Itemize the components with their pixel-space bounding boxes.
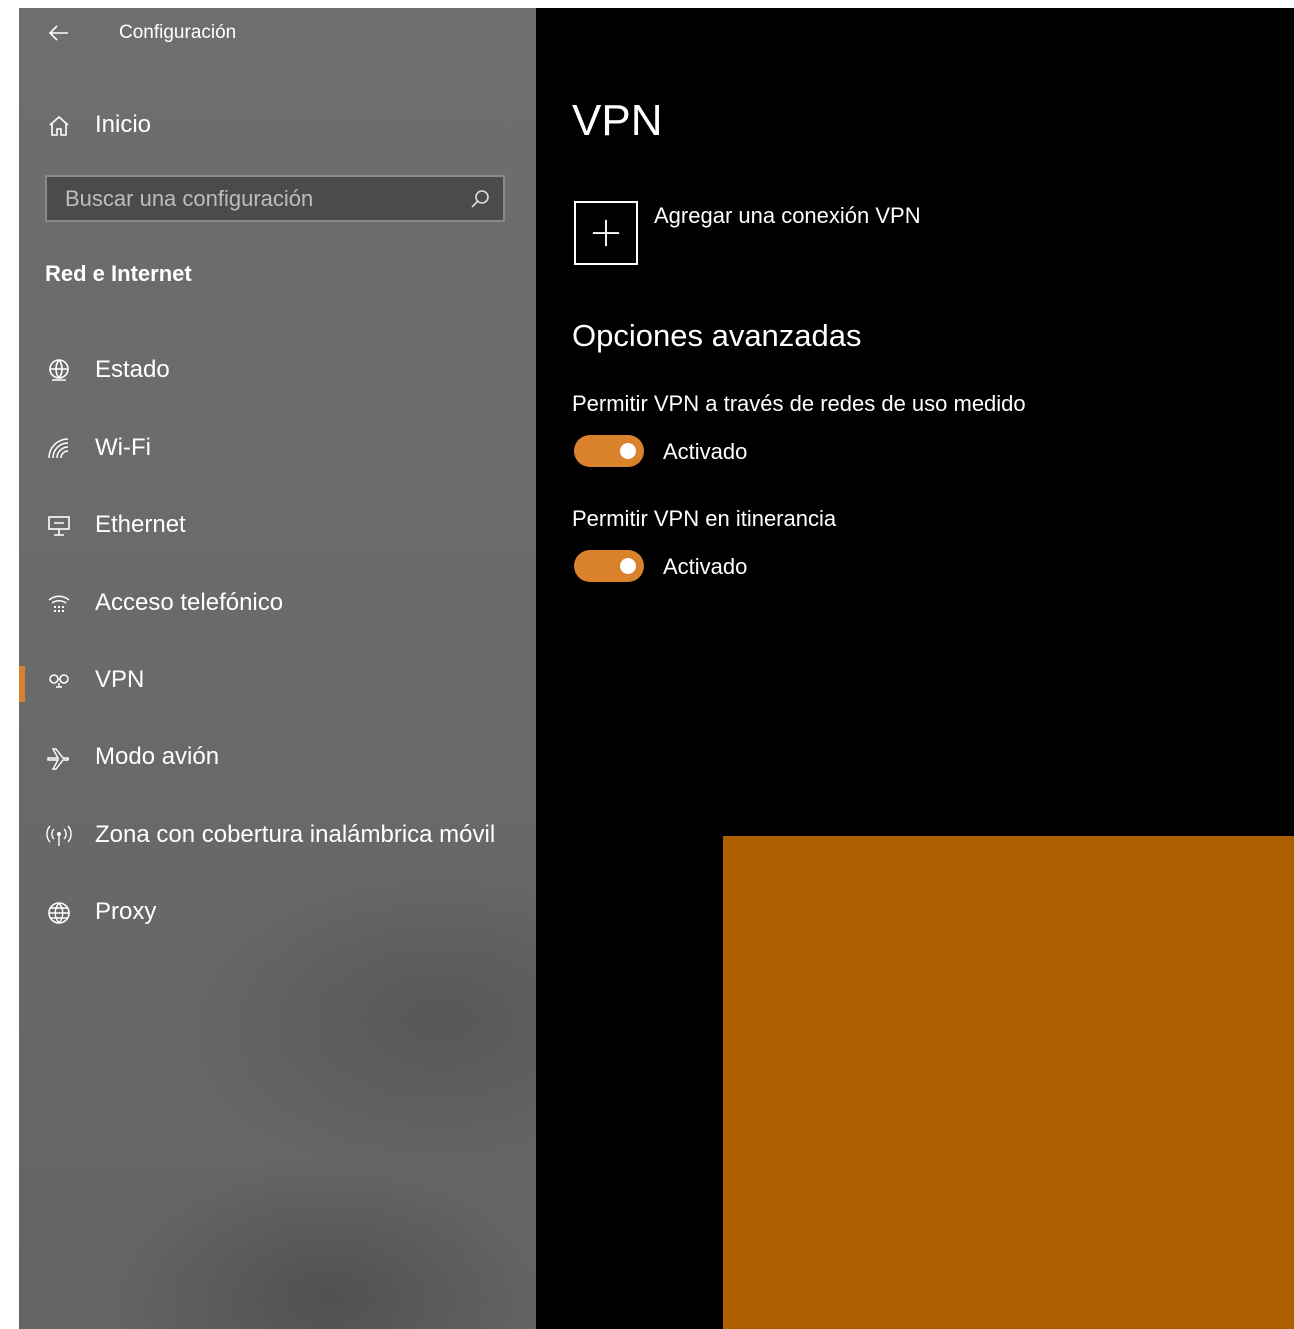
sidebar-item-label: Proxy xyxy=(95,898,157,925)
roaming-toggle[interactable] xyxy=(574,550,644,582)
search-input[interactable]: Buscar una configuración xyxy=(45,175,505,222)
toggle-knob xyxy=(620,443,636,459)
airplane-icon xyxy=(46,745,72,771)
sidebar: Configuración Inicio Buscar una configur… xyxy=(19,8,536,1329)
advanced-options-heading: Opciones avanzadas xyxy=(572,318,862,353)
sidebar-item-label: Modo avión xyxy=(95,743,220,770)
app-title: Configuración xyxy=(119,22,237,43)
add-vpn-label: Agregar una conexión VPN xyxy=(654,203,921,228)
home-icon xyxy=(46,113,72,139)
search-placeholder: Buscar una configuración xyxy=(65,186,314,211)
roaming-toggle-state: Activado xyxy=(663,554,748,579)
hotspot-icon xyxy=(46,823,72,849)
sidebar-item-label: Wi-Fi xyxy=(95,434,151,461)
dialup-icon xyxy=(46,591,72,617)
metered-toggle[interactable] xyxy=(574,435,644,467)
add-tile[interactable] xyxy=(574,201,638,265)
sidebar-item-label: Acceso telefónico xyxy=(95,589,284,616)
sidebar-item-label: Ethernet xyxy=(95,511,186,538)
nav-home-label: Inicio xyxy=(95,111,152,138)
plus-icon xyxy=(592,219,620,247)
search-icon[interactable] xyxy=(469,188,491,210)
vpn-icon xyxy=(46,668,72,694)
section-heading: Red e Internet xyxy=(45,261,192,286)
metered-option-label: Permitir VPN a través de redes de uso me… xyxy=(572,391,1026,416)
roaming-option-label: Permitir VPN en itinerancia xyxy=(572,506,837,531)
orange-overlay-block xyxy=(723,836,1294,1329)
selected-indicator xyxy=(19,666,25,702)
globe-icon xyxy=(46,900,72,926)
ethernet-icon xyxy=(46,513,72,539)
sidebar-item-label: VPN xyxy=(95,666,145,693)
toggle-knob xyxy=(620,558,636,574)
page-title: VPN xyxy=(572,96,663,145)
sidebar-item-label: Estado xyxy=(95,356,170,383)
wifi-icon xyxy=(46,436,72,462)
back-arrow-icon[interactable] xyxy=(46,20,72,46)
status-globe-icon xyxy=(46,358,72,384)
sidebar-item-label: Zona con cobertura inalámbrica móvil xyxy=(95,821,496,848)
metered-toggle-state: Activado xyxy=(663,439,748,464)
